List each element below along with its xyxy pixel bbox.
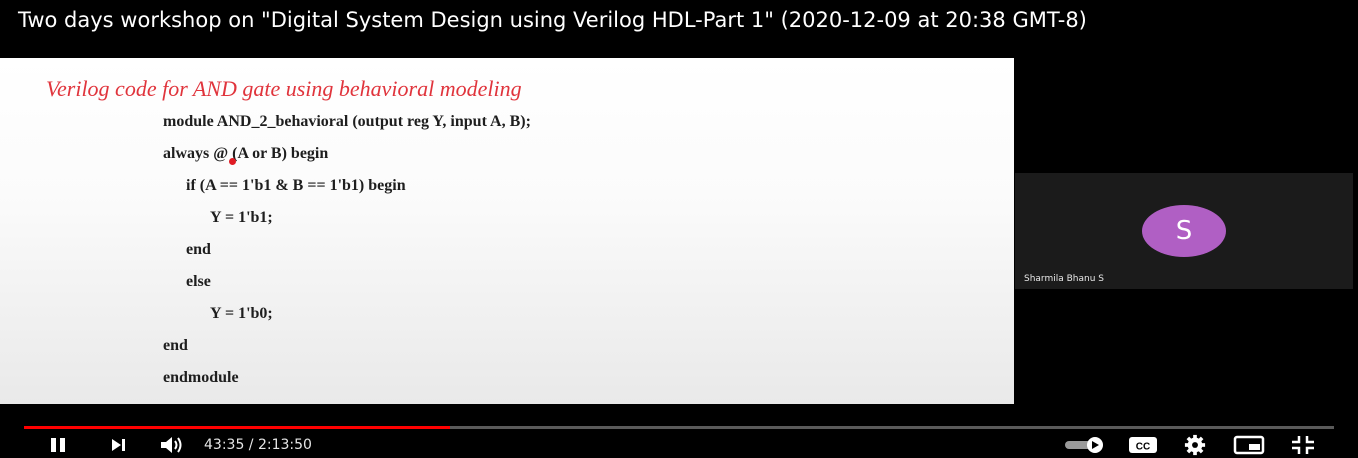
code-line: end [163, 337, 188, 354]
captions-icon: CC [1129, 437, 1157, 453]
code-line: endmodule [163, 369, 239, 386]
miniplayer-button[interactable] [1232, 434, 1266, 456]
autoplay-toggle[interactable] [1062, 434, 1108, 456]
progress-bar[interactable] [24, 426, 1334, 429]
participant-name: Sharmila Bhanu S [1024, 274, 1104, 284]
pause-icon [51, 438, 65, 452]
volume-icon [161, 437, 182, 453]
avatar: S [1142, 205, 1226, 257]
slide-heading: Verilog code for AND gate using behavior… [46, 76, 522, 101]
time-display: 43:35 / 2:13:50 [204, 437, 312, 453]
progress-bar-played [24, 426, 450, 429]
next-button[interactable] [104, 434, 132, 456]
code-line: Y = 1'b1; [210, 209, 273, 226]
code-line: Y = 1'b0; [210, 305, 273, 322]
presentation-slide: Verilog code for AND gate using behavior… [0, 58, 1014, 404]
pause-button[interactable] [44, 434, 72, 456]
gear-icon [1184, 434, 1206, 456]
volume-button[interactable] [156, 434, 188, 456]
video-title: Two days workshop on "Digital System Des… [18, 8, 1087, 32]
exit-fullscreen-button[interactable] [1288, 434, 1318, 456]
next-icon [112, 439, 125, 451]
captions-button[interactable]: CC [1127, 434, 1159, 456]
participant-tile: S Sharmila Bhanu S [1015, 173, 1353, 289]
autoplay-toggle-icon [1065, 437, 1103, 453]
settings-button[interactable] [1181, 434, 1209, 456]
code-line: module AND_2_behavioral (output reg Y, i… [163, 113, 531, 130]
miniplayer-icon [1233, 435, 1265, 455]
laser-pointer-dot [229, 158, 236, 165]
exit-fullscreen-icon [1292, 436, 1314, 454]
code-line: end [186, 241, 211, 258]
code-line: if (A == 1'b1 & B == 1'b1) begin [186, 177, 406, 194]
svg-text:CC: CC [1136, 442, 1150, 453]
code-line: else [186, 273, 211, 290]
code-line: always @ (A or B) begin [163, 145, 329, 162]
